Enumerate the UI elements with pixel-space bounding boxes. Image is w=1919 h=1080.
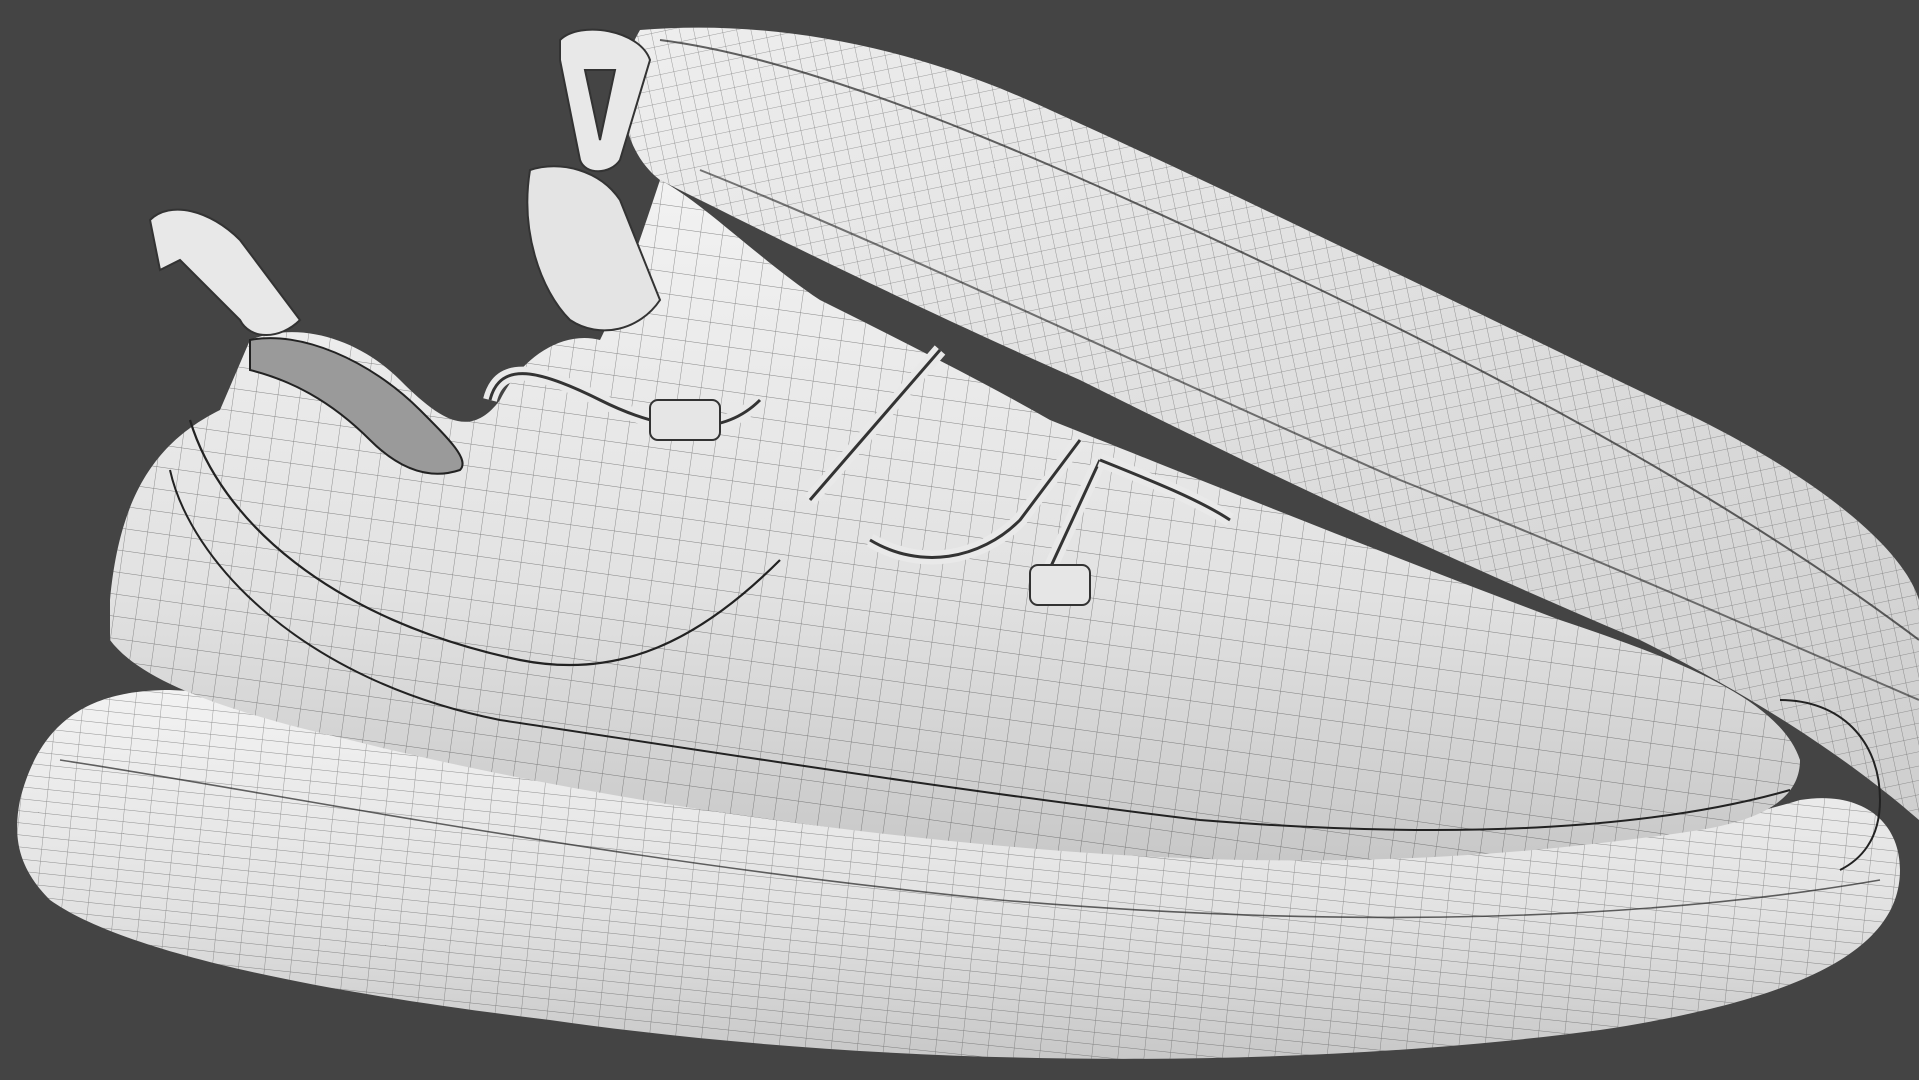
shoe-front-eyelet-2 (1029, 564, 1091, 606)
shoe-front-pull-tab (148, 208, 302, 336)
shoe-front-eyelet-1 (649, 399, 721, 441)
shoe-front-tongue (526, 165, 662, 332)
wireframe-scene[interactable] (0, 0, 1919, 1080)
3d-viewport[interactable] (0, 0, 1919, 1080)
